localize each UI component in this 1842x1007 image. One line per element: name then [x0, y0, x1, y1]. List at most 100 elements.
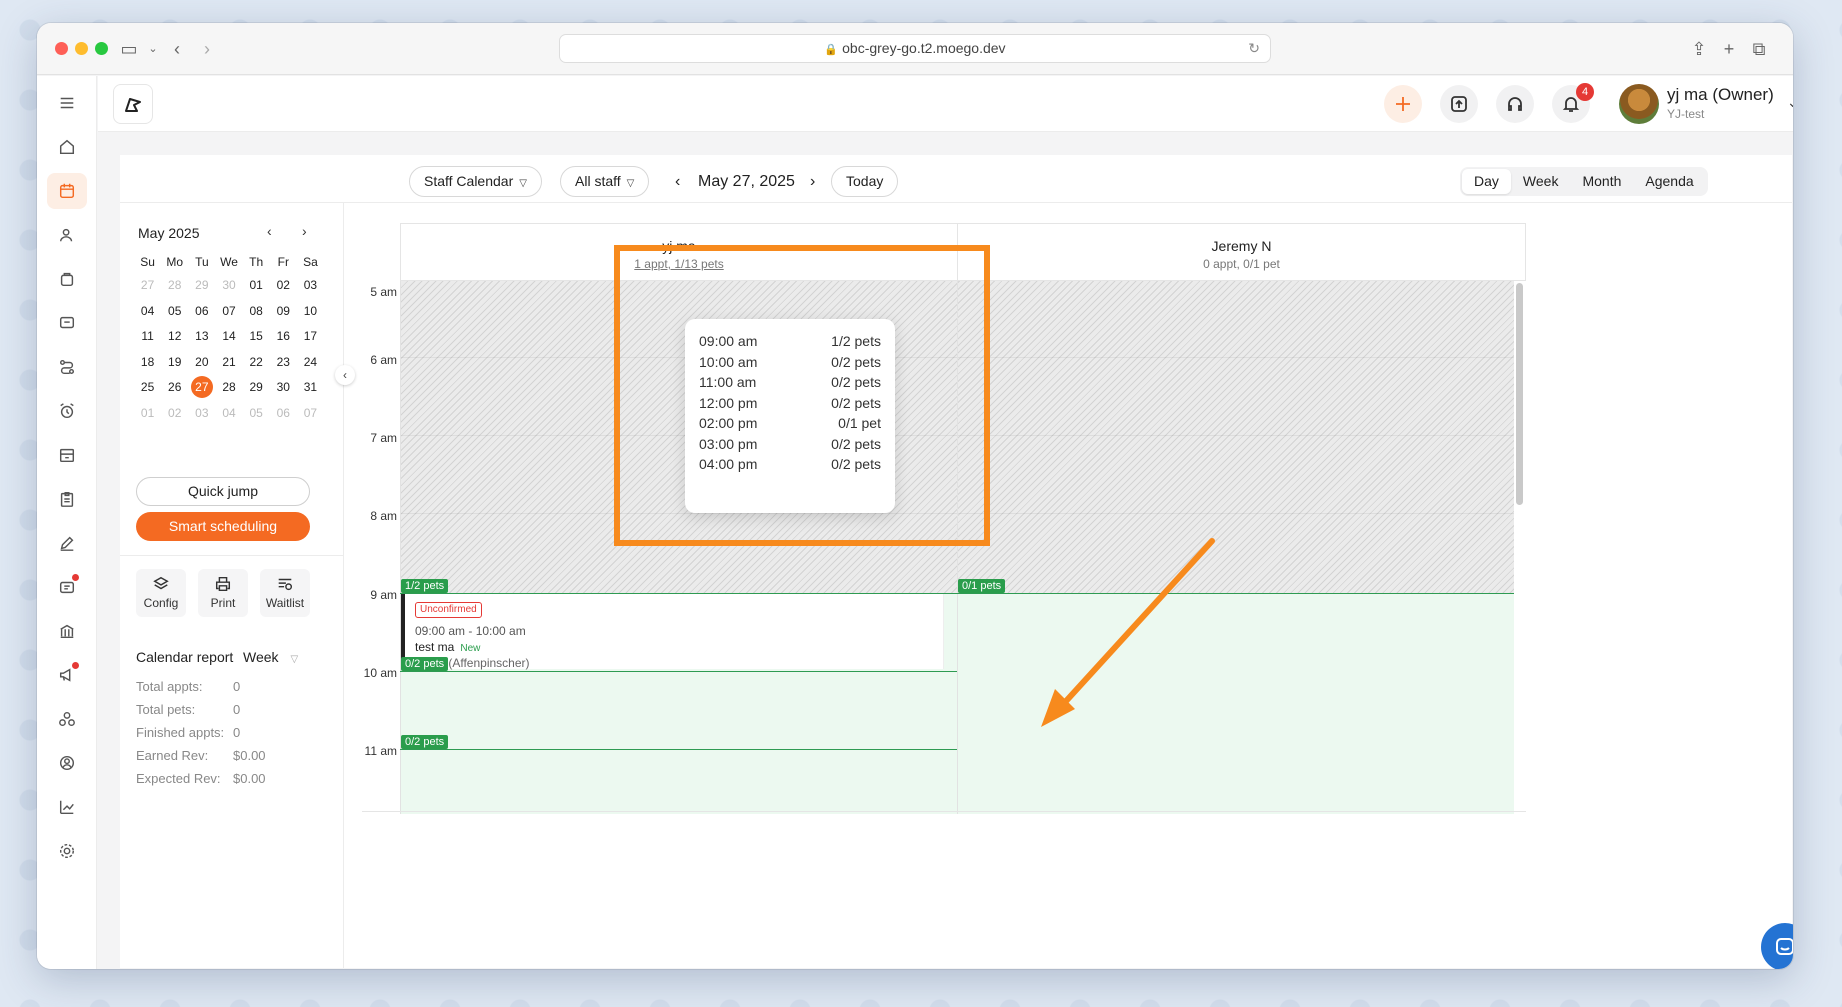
forward-arrow-icon[interactable]: ›	[195, 37, 219, 61]
mini-calendar-day[interactable]: 07	[215, 299, 242, 325]
mini-calendar-day[interactable]: 29	[188, 273, 215, 299]
mini-calendar-day[interactable]: 28	[215, 375, 242, 401]
chart-icon[interactable]	[47, 789, 87, 825]
settings-gear-icon[interactable]	[47, 833, 87, 869]
alarm-icon[interactable]	[47, 393, 87, 429]
mini-calendar-day[interactable]: 16	[270, 324, 297, 350]
mini-calendar-day[interactable]: 03	[297, 273, 324, 299]
mini-calendar-day[interactable]: 12	[161, 324, 188, 350]
chevron-down-icon[interactable]: ⌄	[141, 37, 165, 61]
quick-jump-button[interactable]: Quick jump	[136, 477, 310, 506]
mini-calendar-day[interactable]: 28	[161, 273, 188, 299]
address-bar[interactable]: 🔒 obc-grey-go.t2.moego.dev ↻	[559, 34, 1271, 63]
back-arrow-icon[interactable]: ‹	[165, 37, 189, 61]
view-day-tab[interactable]: Day	[1462, 169, 1511, 194]
maximize-window-button[interactable]	[95, 42, 108, 55]
mini-calendar-day[interactable]: 20	[188, 350, 215, 376]
bank-icon[interactable]	[47, 613, 87, 649]
mini-calendar-day[interactable]: 06	[270, 401, 297, 427]
mini-calendar-day[interactable]: 05	[161, 299, 188, 325]
waitlist-button[interactable]: Waitlist	[260, 569, 310, 617]
mini-calendar-day[interactable]: 30	[270, 375, 297, 401]
mini-calendar-day[interactable]: 27	[188, 375, 215, 401]
mini-calendar-day[interactable]: 09	[270, 299, 297, 325]
message-icon[interactable]	[47, 305, 87, 341]
vertical-scrollbar[interactable]	[1516, 283, 1523, 505]
mini-calendar-day[interactable]: 08	[243, 299, 270, 325]
close-window-button[interactable]	[55, 42, 68, 55]
new-tab-icon[interactable]: +	[1717, 37, 1741, 61]
menu-icon[interactable]	[47, 85, 87, 121]
avatar[interactable]	[1619, 84, 1659, 124]
mini-calendar-day[interactable]: 04	[134, 299, 161, 325]
view-agenda-tab[interactable]: Agenda	[1633, 169, 1705, 194]
bag-icon[interactable]	[47, 261, 87, 297]
mini-calendar-day[interactable]: 23	[270, 350, 297, 376]
config-button[interactable]: Config	[136, 569, 186, 617]
mini-calendar-day[interactable]: 26	[161, 375, 188, 401]
mini-calendar-day[interactable]: 06	[188, 299, 215, 325]
staff-column-header[interactable]: Jeremy N 0 appt, 0/1 pet	[957, 223, 1526, 281]
headset-icon[interactable]	[1496, 85, 1534, 123]
mini-calendar-day[interactable]: 22	[243, 350, 270, 376]
mini-calendar-day[interactable]: 07	[297, 401, 324, 427]
smart-scheduling-button[interactable]: Smart scheduling	[136, 512, 310, 541]
mini-calendar-day[interactable]: 19	[161, 350, 188, 376]
pen-icon[interactable]	[47, 525, 87, 561]
add-button[interactable]	[1384, 85, 1422, 123]
prev-month-arrow-icon[interactable]: ‹	[267, 223, 272, 239]
clipboard-icon[interactable]	[47, 481, 87, 517]
mini-calendar-day[interactable]: 15	[243, 324, 270, 350]
clients-icon[interactable]	[47, 217, 87, 253]
mini-calendar-day[interactable]: 21	[215, 350, 242, 376]
mini-calendar-day[interactable]: 17	[297, 324, 324, 350]
mini-calendar-day[interactable]: 01	[134, 401, 161, 427]
user-name[interactable]: yj ma (Owner)	[1667, 85, 1774, 105]
print-button[interactable]: Print	[198, 569, 248, 617]
tabs-overview-icon[interactable]: ⧉	[1747, 37, 1771, 61]
calendar-type-select[interactable]: Staff Calendar ▽	[409, 166, 542, 197]
store-icon[interactable]	[47, 437, 87, 473]
mini-calendar-day[interactable]: 29	[243, 375, 270, 401]
mini-calendar-day[interactable]: 04	[215, 401, 242, 427]
mini-calendar-day[interactable]: 03	[188, 401, 215, 427]
staff-filter-select[interactable]: All staff ▽	[560, 166, 650, 197]
ticket-icon[interactable]	[47, 569, 87, 605]
mini-calendar-day[interactable]: 31	[297, 375, 324, 401]
appointment-card[interactable]: Unconfirmed 09:00 am - 10:00 am test ma N…	[401, 594, 944, 670]
shapes-icon[interactable]	[47, 701, 87, 737]
mini-calendar-day[interactable]: 01	[243, 273, 270, 299]
minimize-window-button[interactable]	[75, 42, 88, 55]
mini-calendar-day[interactable]: 30	[215, 273, 242, 299]
mini-calendar-day[interactable]: 05	[243, 401, 270, 427]
calendar-icon[interactable]	[47, 173, 87, 209]
mini-calendar-day[interactable]: 02	[161, 401, 188, 427]
next-day-arrow-icon[interactable]: ›	[810, 166, 815, 197]
mini-calendar-day[interactable]: 14	[215, 324, 242, 350]
route-icon[interactable]	[47, 349, 87, 385]
mini-calendar-day[interactable]: 11	[134, 324, 161, 350]
view-month-tab[interactable]: Month	[1570, 169, 1633, 194]
upload-icon[interactable]	[1440, 85, 1478, 123]
mini-calendar-day[interactable]: 25	[134, 375, 161, 401]
moego-logo-icon[interactable]	[113, 84, 153, 124]
prev-day-arrow-icon[interactable]: ‹	[675, 166, 680, 197]
view-week-tab[interactable]: Week	[1511, 169, 1571, 194]
bell-icon[interactable]: 4	[1552, 83, 1594, 123]
account-icon[interactable]	[47, 745, 87, 781]
mini-calendar-day[interactable]: 27	[134, 273, 161, 299]
mini-calendar-day[interactable]: 24	[297, 350, 324, 376]
next-month-arrow-icon[interactable]: ›	[302, 223, 307, 239]
megaphone-icon[interactable]	[47, 657, 87, 693]
chevron-down-icon[interactable]: ⌄	[1787, 94, 1793, 111]
home-icon[interactable]	[47, 129, 87, 165]
share-icon[interactable]: ⇪	[1687, 37, 1711, 61]
mini-calendar-day[interactable]: 10	[297, 299, 324, 325]
report-period-select[interactable]: Week ▽	[243, 649, 298, 665]
sidebar-toggle-icon[interactable]: ▭	[117, 37, 141, 61]
mini-calendar-day[interactable]: 13	[188, 324, 215, 350]
mini-calendar-day[interactable]: 02	[270, 273, 297, 299]
mini-calendar-day[interactable]: 18	[134, 350, 161, 376]
today-button[interactable]: Today	[831, 166, 899, 197]
reload-icon[interactable]: ↻	[1248, 35, 1260, 62]
